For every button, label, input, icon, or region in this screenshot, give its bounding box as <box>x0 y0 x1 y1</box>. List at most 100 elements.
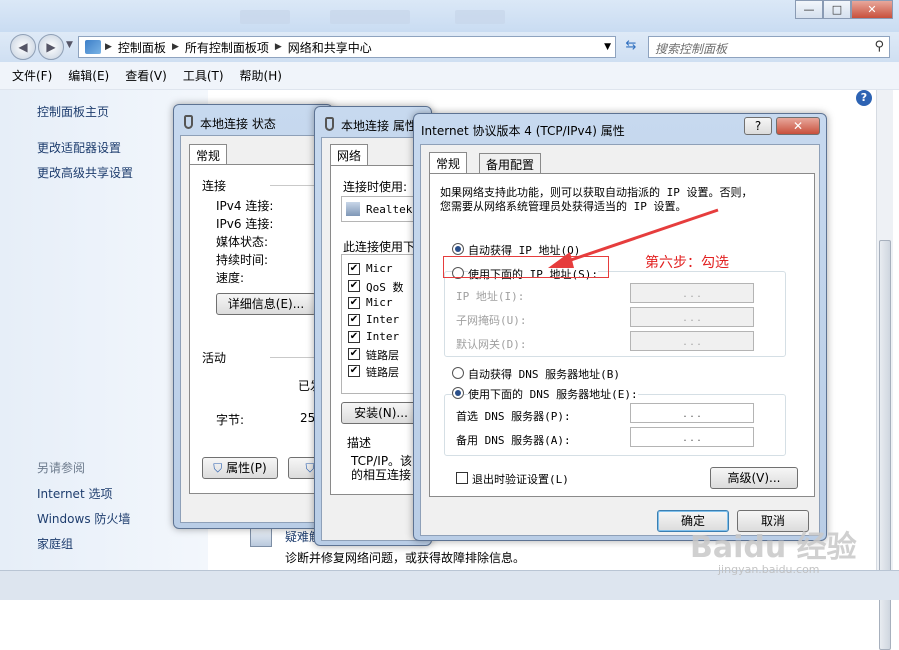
speed-label: 速度: <box>216 271 245 285</box>
section-activity: 活动 <box>202 351 227 365</box>
forward-arrow-icon: ▶ <box>46 40 56 54</box>
breadcrumb-arrow-icon[interactable]: ▶ <box>275 42 282 52</box>
menu-bar: 文件(F) 编辑(E) 查看(V) 工具(T) 帮助(H) <box>0 62 899 90</box>
search-placeholder: 搜索控制面板 <box>655 42 728 56</box>
subnet-mask-label: 子网掩码(U): <box>456 314 527 327</box>
ip-field-dots: . . . <box>683 286 701 300</box>
back-button[interactable]: ◀ <box>10 34 36 60</box>
item-checkbox[interactable]: ✔ <box>348 348 360 360</box>
ip-address-input[interactable]: . . . <box>630 283 754 303</box>
adapter-name: Realtek <box>366 203 413 216</box>
item-checkbox[interactable]: ✔ <box>348 263 360 275</box>
validate-checkbox[interactable] <box>456 472 468 484</box>
menu-edit[interactable]: 编辑(E) <box>68 67 109 84</box>
connection-status-dialog: 本地连接 状态 常规 连接 IPv4 连接: IPv6 连接: 媒体状态: 持续… <box>173 104 333 529</box>
manual-dns-label[interactable]: 使用下面的 DNS 服务器地址(E): <box>468 386 638 402</box>
breadcrumb-item[interactable]: 所有控制面板项 <box>185 39 269 56</box>
menu-view[interactable]: 查看(V) <box>125 67 167 84</box>
search-input[interactable]: 搜索控制面板 ⚲ <box>648 36 890 58</box>
menu-help[interactable]: 帮助(H) <box>240 67 282 84</box>
advanced-button[interactable]: 高级(V)... <box>710 467 798 489</box>
change-advanced-sharing-link[interactable]: 更改高级共享设置 <box>37 164 133 181</box>
menu-file[interactable]: 文件(F) <box>12 67 52 84</box>
history-dropdown-icon[interactable]: ▼ <box>66 40 73 50</box>
tab-general[interactable]: 常规 <box>429 152 468 173</box>
dialog-title: Internet 协议版本 4 (TCP/IPv4) 属性 <box>421 124 625 138</box>
tab-panel: 如果网络支持此功能，则可以获取自动指派的 IP 设置。否则， 您需要从网络系统管… <box>429 173 815 497</box>
dialog-help-button[interactable]: ? <box>744 117 772 135</box>
control-panel-home-link[interactable]: 控制面板主页 <box>37 103 109 120</box>
annotation-highlight-box <box>443 256 609 278</box>
tab-alternate-config[interactable]: 备用配置 <box>479 153 542 174</box>
ip-field-dots: . . . <box>683 430 701 444</box>
list-item: QoS 数 <box>366 281 404 294</box>
navigation-bar: ◀ ▶ ▼ ▶ 控制面板 ▶ 所有控制面板项 ▶ 网络和共享中心 ▼ ⇆ 搜索控… <box>0 32 899 62</box>
auto-dns-radio[interactable] <box>452 367 464 379</box>
baidu-watermark: Baidu 经验 <box>690 530 857 565</box>
dialog-title: 本地连接 属性 <box>341 119 417 133</box>
homegroup-link[interactable]: 家庭组 <box>37 535 73 552</box>
menu-tools[interactable]: 工具(T) <box>183 67 224 84</box>
dialog-body: 常规 备用配置 如果网络支持此功能，则可以获取自动指派的 IP 设置。否则， 您… <box>420 144 820 536</box>
tab-networking[interactable]: 网络 <box>330 144 369 165</box>
window-controls: — □ ✕ <box>795 0 893 19</box>
vertical-scrollbar[interactable] <box>876 90 893 650</box>
address-bar[interactable]: ▶ 控制面板 ▶ 所有控制面板项 ▶ 网络和共享中心 ▼ <box>78 36 616 58</box>
item-checkbox[interactable]: ✔ <box>348 314 360 326</box>
annotation-text: 第六步：勾选 <box>645 255 729 271</box>
minimize-button[interactable]: — <box>795 0 823 19</box>
address-dropdown-icon[interactable]: ▼ <box>604 42 611 52</box>
blurred-title-tab <box>330 10 410 24</box>
install-button[interactable]: 安装(N)... <box>341 402 421 424</box>
dialog-body: 常规 连接 IPv4 连接: IPv6 连接: 媒体状态: 持续时间: 速度: … <box>180 135 332 523</box>
breadcrumb-item[interactable]: 网络和共享中心 <box>288 39 372 56</box>
breadcrumb-item[interactable]: 控制面板 <box>118 39 166 56</box>
item-checkbox[interactable]: ✔ <box>348 331 360 343</box>
internet-options-link[interactable]: Internet 选项 <box>37 485 112 502</box>
tab-panel: 连接 IPv4 连接: IPv6 连接: 媒体状态: 持续时间: 速度: 详细信… <box>189 164 332 494</box>
auto-ip-radio[interactable] <box>452 243 464 255</box>
list-item: Micr <box>366 262 393 275</box>
properties-button[interactable]: ⛉ 属性(P) <box>202 457 278 479</box>
alternate-dns-label: 备用 DNS 服务器(A): <box>456 434 571 447</box>
change-adapter-settings-link[interactable]: 更改适配器设置 <box>37 139 121 156</box>
auto-dns-label[interactable]: 自动获得 DNS 服务器地址(B) <box>468 366 620 382</box>
bytes-value: 25 <box>300 411 316 425</box>
network-adapter-icon <box>325 117 334 131</box>
default-gateway-input[interactable]: . . . <box>630 331 754 351</box>
list-item: Micr <box>366 296 393 309</box>
troubleshoot-icon <box>250 527 272 547</box>
manual-dns-radio[interactable] <box>452 387 464 399</box>
windows-firewall-link[interactable]: Windows 防火墙 <box>37 510 130 527</box>
blurred-title-tab <box>455 10 505 24</box>
subnet-mask-input[interactable]: . . . <box>630 307 754 327</box>
details-button[interactable]: 详细信息(E)... <box>216 293 316 315</box>
item-checkbox[interactable]: ✔ <box>348 297 360 309</box>
bytes-label: 字节: <box>216 413 245 427</box>
intro-line-2: 您需要从网络系统管理员处获得适当的 IP 设置。 <box>440 200 687 213</box>
forward-button[interactable]: ▶ <box>38 34 64 60</box>
help-icon[interactable]: ? <box>856 90 872 106</box>
tab-general[interactable]: 常规 <box>189 144 228 165</box>
preferred-dns-input[interactable]: . . . <box>630 403 754 423</box>
description-line-2: 的相互连接 <box>351 468 412 482</box>
item-checkbox[interactable]: ✔ <box>348 365 360 377</box>
dialog-close-button[interactable]: ✕ <box>776 117 820 135</box>
ip-field-dots: . . . <box>683 310 701 324</box>
properties-button-label: 属性(P) <box>226 461 267 475</box>
item-checkbox[interactable]: ✔ <box>348 280 360 292</box>
close-button[interactable]: ✕ <box>851 0 893 19</box>
duration-label: 持续时间: <box>216 253 269 267</box>
preferred-dns-label: 首选 DNS 服务器(P): <box>456 410 571 423</box>
network-adapter-icon <box>184 115 193 129</box>
breadcrumb-arrow-icon[interactable]: ▶ <box>172 42 179 52</box>
refresh-icon[interactable]: ⇆ <box>620 38 642 56</box>
breadcrumb-arrow-icon[interactable]: ▶ <box>105 42 112 52</box>
section-connection: 连接 <box>202 179 227 193</box>
search-icon[interactable]: ⚲ <box>874 39 884 54</box>
alternate-dns-input[interactable]: . . . <box>630 427 754 447</box>
ip-field-dots: . . . <box>683 334 701 348</box>
validate-label[interactable]: 退出时验证设置(L) <box>472 471 569 487</box>
list-item: Inter <box>366 330 400 343</box>
maximize-button[interactable]: □ <box>823 0 851 19</box>
